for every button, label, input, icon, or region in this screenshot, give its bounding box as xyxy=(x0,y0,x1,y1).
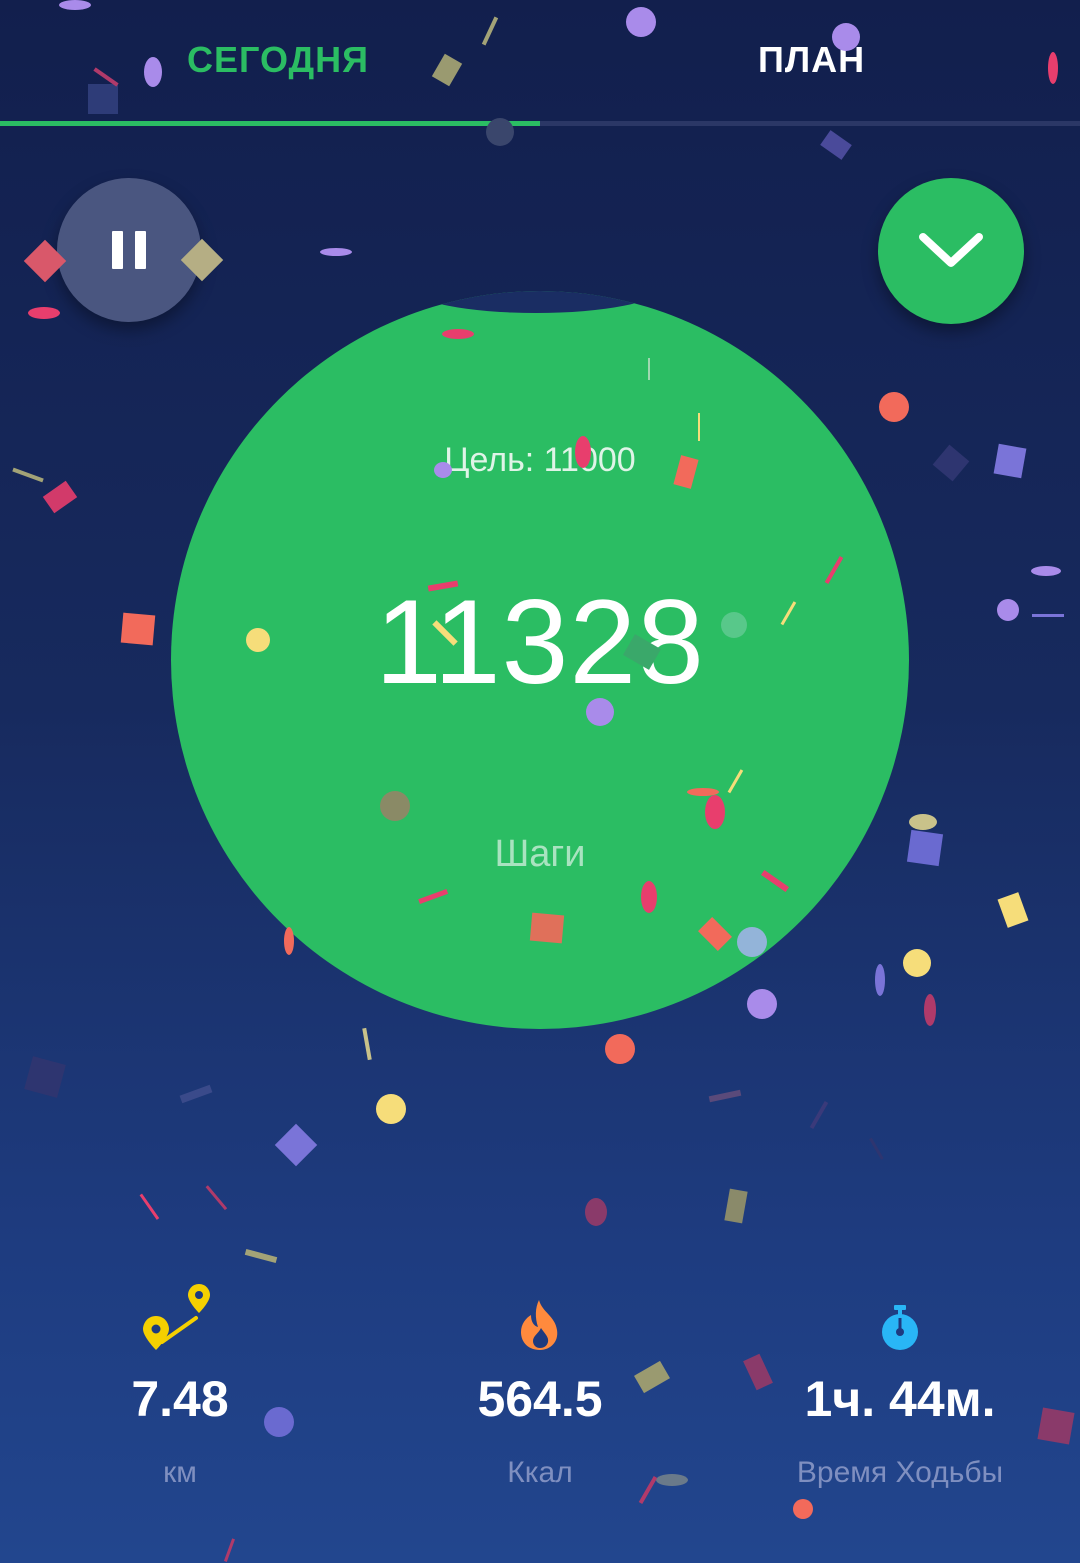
tab-plan[interactable]: ПЛАН xyxy=(540,0,1080,120)
steps-count: 11328 xyxy=(375,575,705,709)
tab-bar: СЕГОДНЯ ПЛАН xyxy=(0,0,1080,128)
collapse-button[interactable] xyxy=(878,178,1024,324)
tab-today[interactable]: СЕГОДНЯ xyxy=(0,0,540,120)
steps-label: Шаги xyxy=(494,833,586,875)
walking-time-value: 1ч. 44м. xyxy=(804,1371,996,1427)
stat-walking-time: 1ч. 44м. Время Ходьбы xyxy=(720,1282,1080,1490)
stat-distance: 7.48 км xyxy=(0,1282,360,1490)
goal-text: Цель: 11000 xyxy=(444,441,636,479)
stat-calories: 564.5 Ккал xyxy=(360,1282,720,1490)
distance-pins-icon xyxy=(143,1284,210,1350)
step-progress-circle: Цель: 11000 11328 Шаги xyxy=(171,291,909,1029)
tab-active-indicator xyxy=(0,121,540,126)
pause-icon xyxy=(106,231,152,269)
distance-label: км xyxy=(163,1456,197,1489)
walking-time-label: Время Ходьбы xyxy=(796,1456,1004,1489)
calories-label: Ккал xyxy=(507,1456,573,1489)
progress-notch xyxy=(411,291,661,313)
distance-value: 7.48 xyxy=(131,1371,229,1427)
pause-button[interactable] xyxy=(57,178,201,322)
flame-icon xyxy=(521,1300,558,1350)
calories-value: 564.5 xyxy=(477,1371,603,1427)
chevron-down-icon xyxy=(919,233,983,267)
stopwatch-icon xyxy=(882,1305,918,1350)
